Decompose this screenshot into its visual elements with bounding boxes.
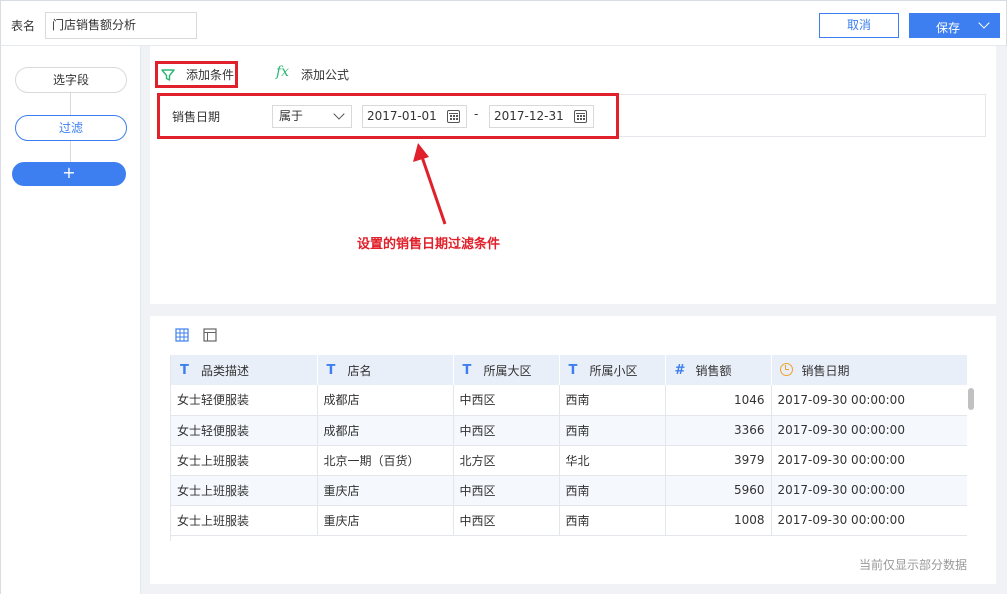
table-row: 女士轻便服装 成都店 中西区 西南 3366 2017-09-30 00:00:…	[171, 415, 967, 446]
table-cell: 3979	[665, 445, 772, 476]
annotation-arrow	[413, 143, 447, 225]
table-row: 女士上班服装 北京一期（百货） 北方区 华北 3979 2017-09-30 0…	[171, 445, 967, 476]
table-cell: 女士轻便服装	[171, 385, 318, 416]
text-type-icon: T	[568, 363, 578, 378]
table-row: 女士上班服装 重庆店 中西区 西南 5960 2017-09-30 00:00:…	[171, 475, 967, 506]
text-type-icon: T	[326, 363, 336, 378]
number-type-icon: #	[674, 363, 686, 378]
column-header[interactable]: T 所属小区	[559, 355, 666, 385]
table-cell: 女士轻便服装	[171, 415, 318, 446]
table-cell: 5960	[665, 475, 772, 506]
table-cell: 中西区	[453, 385, 560, 416]
table-cell: 1008	[665, 505, 772, 536]
column-header[interactable]: T 店名	[317, 355, 454, 385]
card-view-icon[interactable]	[203, 328, 217, 342]
table-cell: 2017-09-30 00:00:00	[771, 385, 967, 416]
step-connector	[70, 93, 71, 115]
steps-panel: 选字段 过滤 +	[0, 46, 141, 594]
table-row: 女士轻便服装 成都店 中西区 西南 1046 2017-09-30 00:00:…	[171, 385, 967, 416]
add-formula-button[interactable]: 添加公式	[301, 64, 349, 86]
table-cell: 女士上班服装	[171, 505, 318, 536]
table-cell: 成都店	[317, 415, 454, 446]
column-header[interactable]: 销售日期	[771, 355, 967, 385]
table-cell: 女士上班服装	[171, 475, 318, 506]
table-cell: 西南	[559, 385, 666, 416]
save-button-label: 保存	[936, 21, 961, 35]
table-cell: 西南	[559, 475, 666, 506]
clock-icon	[779, 363, 793, 376]
table-cell: 重庆店	[317, 505, 454, 536]
column-header[interactable]: # 销售额	[665, 355, 772, 385]
text-type-icon: T	[462, 363, 472, 378]
data-table: T 品类描述 T 店名 T 所属大区 T 所属小区 # 销售额 销售日期 女士轻便服装 成…	[170, 355, 967, 541]
save-button[interactable]: 保存	[909, 13, 1000, 38]
table-cell: 华北	[559, 445, 666, 476]
table-cell: 中西区	[453, 505, 560, 536]
table-cell: 中西区	[453, 415, 560, 446]
cancel-button[interactable]: 取消	[819, 13, 899, 38]
annotation-text: 设置的销售日期过滤条件	[357, 237, 501, 252]
table-name-label: 表名	[11, 19, 36, 33]
text-type-icon: T	[180, 363, 189, 378]
column-header[interactable]: T 所属大区	[453, 355, 560, 385]
table-cell: 女士上班服装	[171, 445, 318, 476]
step-select-fields[interactable]: 选字段	[15, 67, 127, 93]
step-filter[interactable]: 过滤	[15, 115, 127, 141]
filter-panel: 添加条件 fx 添加公式 销售日期 属于 2017-01-01 - 2017-1…	[150, 46, 996, 304]
table-cell: 北方区	[453, 445, 560, 476]
data-preview-panel: T 品类描述 T 店名 T 所属大区 T 所属小区 # 销售额 销售日期 女士轻便服装 成…	[150, 316, 996, 584]
table-cell: 北京一期（百货）	[317, 445, 454, 476]
table-cell: 重庆店	[317, 475, 454, 506]
table-cell: 2017-09-30 00:00:00	[771, 475, 967, 506]
formula-icon: fx	[276, 64, 290, 80]
highlight-condition-row	[157, 93, 619, 139]
grid-view-icon[interactable]	[175, 328, 189, 342]
top-bar: 表名 门店销售额分析 取消 保存	[0, 0, 1007, 46]
table-name-input[interactable]: 门店销售额分析	[45, 12, 197, 39]
table-header-row: T 品类描述 T 店名 T 所属大区 T 所属小区 # 销售额 销售日期	[171, 355, 967, 385]
table-scrollbar[interactable]	[968, 388, 974, 410]
table-cell: 1046	[665, 385, 772, 416]
table-cell: 中西区	[453, 475, 560, 506]
table-cell: 3366	[665, 415, 772, 446]
chevron-down-icon[interactable]	[978, 17, 990, 29]
table-row: 女士上班服装 重庆店 中西区 西南 1008 2017-09-30 00:00:…	[171, 505, 967, 536]
table-cell: 2017-09-30 00:00:00	[771, 415, 967, 446]
highlight-add-condition	[155, 61, 238, 88]
table-cell: 2017-09-30 00:00:00	[771, 505, 967, 536]
table-cell: 成都店	[317, 385, 454, 416]
table-cell: 西南	[559, 505, 666, 536]
column-header[interactable]: T 品类描述	[171, 355, 318, 385]
step-connector	[70, 141, 71, 162]
table-cell: 2017-09-30 00:00:00	[771, 445, 967, 476]
table-cell: 西南	[559, 415, 666, 446]
add-step-button[interactable]: +	[12, 162, 126, 186]
partial-data-note: 当前仅显示部分数据	[858, 558, 967, 572]
